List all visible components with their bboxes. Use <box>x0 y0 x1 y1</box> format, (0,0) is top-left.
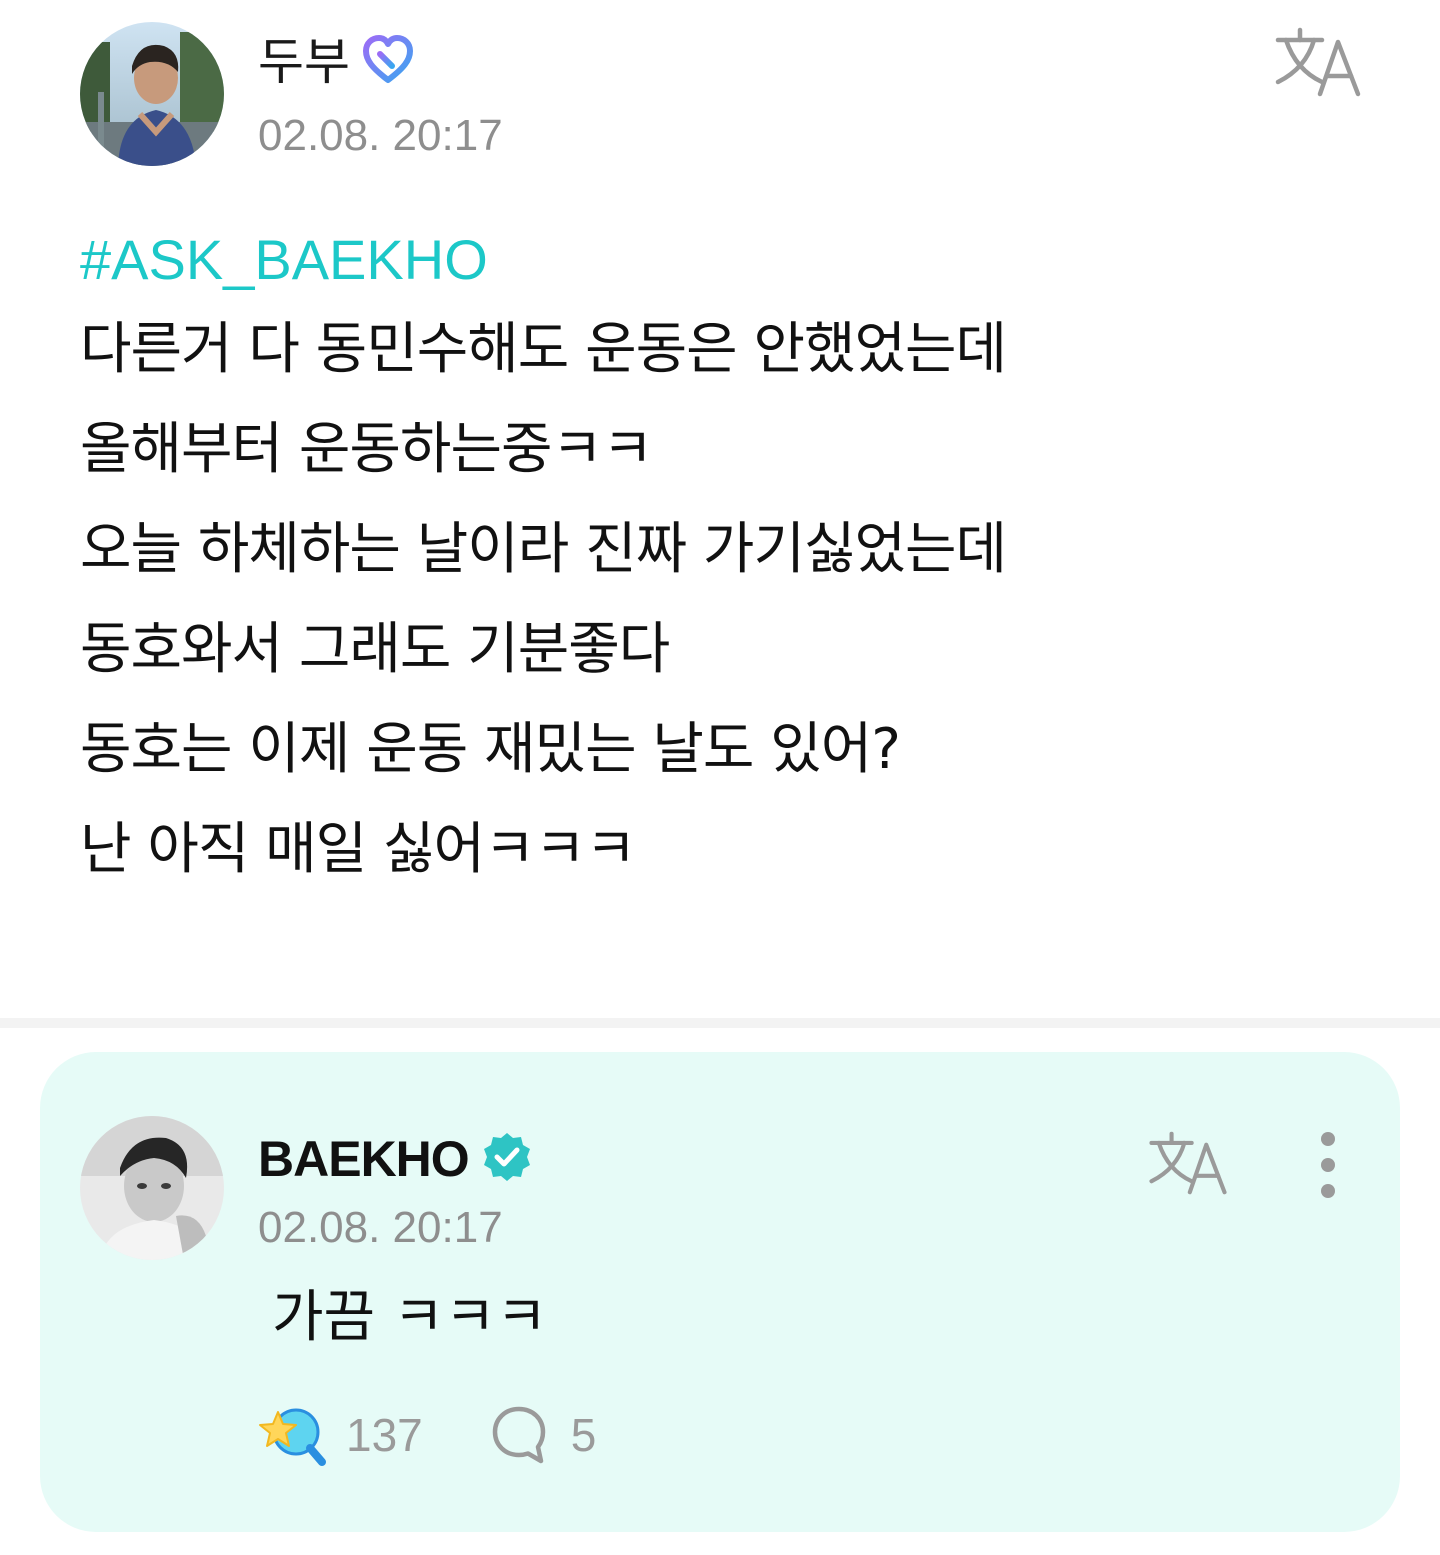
reply-translate-button[interactable] <box>1146 1130 1230 1201</box>
fan-avatar-image <box>80 22 224 166</box>
artist-user-name[interactable]: BAEKHO <box>258 1127 470 1191</box>
more-vertical-icon <box>1321 1132 1335 1146</box>
section-divider <box>0 1018 1440 1028</box>
artist-reply-timestamp: 02.08. 20:17 <box>258 1203 503 1252</box>
comment-count: 5 <box>570 1409 597 1461</box>
artist-avatar-image <box>80 1116 224 1260</box>
artist-avatar[interactable] <box>80 1116 224 1260</box>
translate-icon <box>1149 1131 1227 1195</box>
artist-reply-card: BAEKHO 02.08. 20:17 가끔 ㅋㅋㅋ 137 5 <box>40 1052 1400 1532</box>
like-button[interactable]: 137 <box>258 1402 423 1468</box>
speech-bubble-icon <box>492 1406 545 1464</box>
fan-user-name[interactable]: 두부 <box>258 30 350 94</box>
artist-name-row: BAEKHO <box>258 1126 533 1192</box>
fan-avatar[interactable] <box>80 22 224 166</box>
fan-post-body: #ASK_BAEKHO 다른거 다 동민수해도 운동은 안했었는데 올해부터 운… <box>80 220 1360 900</box>
fan-heart-badge-icon <box>362 34 414 91</box>
post-text-line: 다른거 다 동민수해도 운동은 안했었는데 <box>80 317 1007 382</box>
post-text-line: 동호와서 그래도 기분좋다 <box>80 617 670 682</box>
more-dot <box>1321 1158 1335 1172</box>
post-text-line: 올해부터 운동하는중ㅋㅋ <box>80 417 654 482</box>
fan-post: 두부 02.08. 20:17 #ASK_BAEKHO 다른거 다 동민수해도 … <box>0 0 1440 1018</box>
more-options-button[interactable] <box>1308 1132 1348 1198</box>
translate-icon <box>1275 27 1361 97</box>
fan-post-timestamp: 02.08. 20:17 <box>258 111 503 160</box>
hashtag-link[interactable]: #ASK_BAEKHO <box>80 220 1360 300</box>
like-count: 137 <box>346 1409 423 1461</box>
comment-button[interactable]: 5 <box>491 1405 597 1465</box>
more-dot <box>1321 1184 1335 1198</box>
post-text-line: 난 아직 매일 싫어ㅋㅋㅋ <box>80 817 637 882</box>
fan-name-row: 두부 <box>258 30 414 94</box>
artist-reply-text: 가끔 ㅋㅋㅋ <box>272 1285 548 1350</box>
star-wand-like-icon <box>259 1408 326 1466</box>
verified-badge-icon <box>481 1131 533 1188</box>
post-text-line: 오늘 하체하는 날이라 진짜 가기싫었는데 <box>80 517 1007 582</box>
translate-button[interactable] <box>1272 26 1364 103</box>
page: 두부 02.08. 20:17 #ASK_BAEKHO 다른거 다 동민수해도 … <box>0 0 1440 1555</box>
post-text-line: 동호는 이제 운동 재밌는 날도 있어? <box>80 717 901 782</box>
reply-actions: 137 5 <box>258 1402 596 1468</box>
